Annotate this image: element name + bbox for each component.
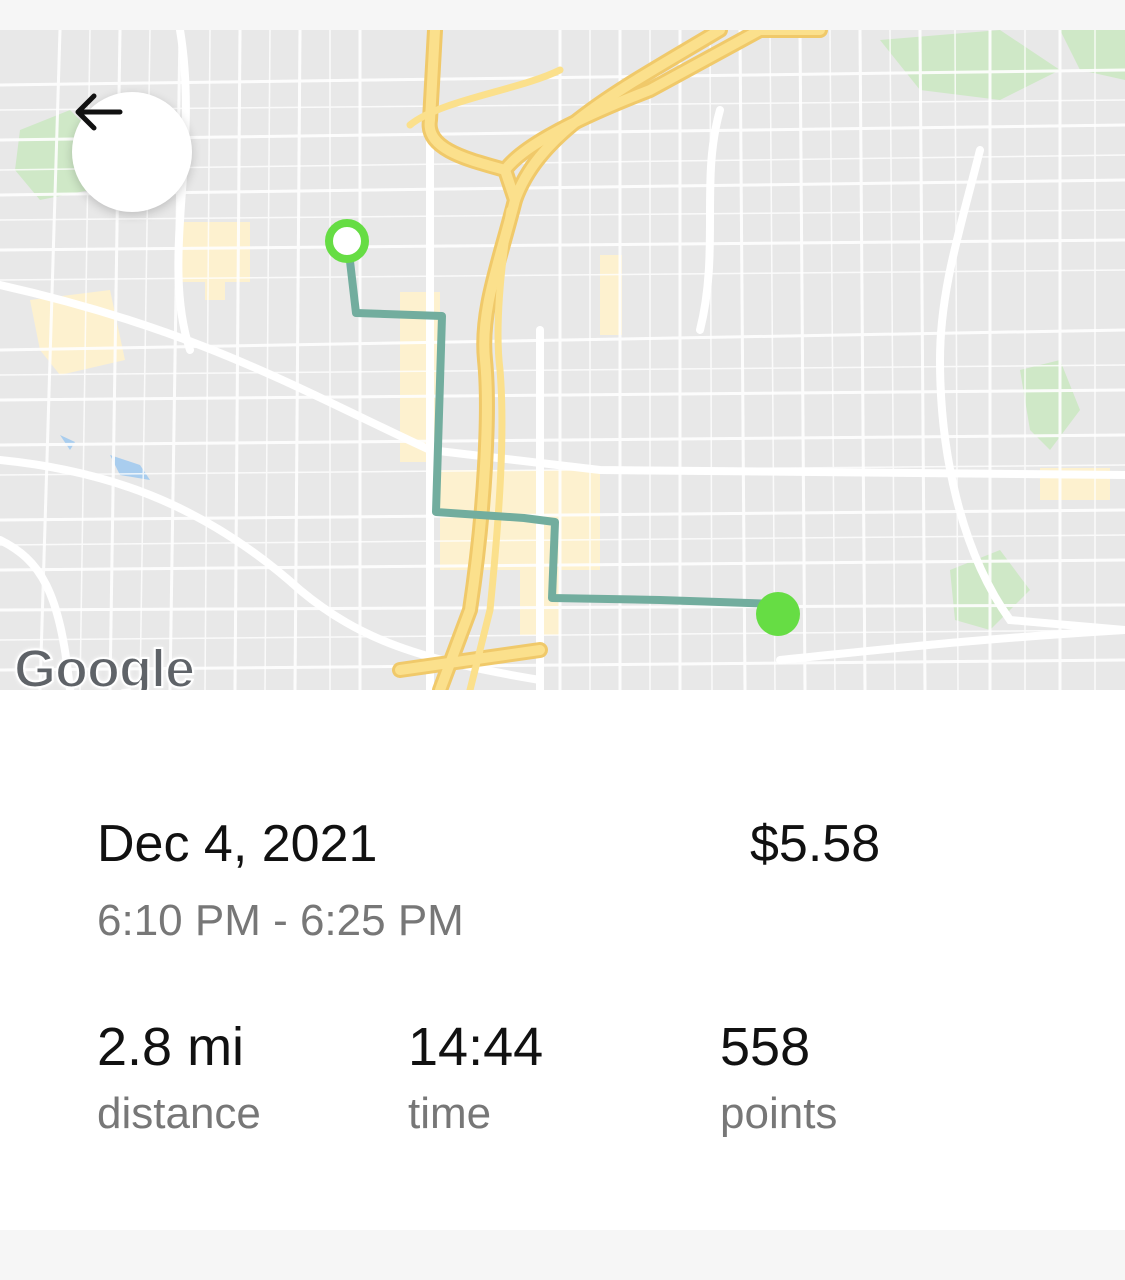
status-bar-area [0, 0, 1125, 30]
google-logo: Google [13, 638, 196, 690]
trip-time-range: 6:10 PM - 6:25 PM [97, 896, 464, 945]
stat-points: 558 points [720, 1016, 837, 1144]
distance-value: 2.8 mi [97, 1017, 245, 1077]
arrow-left-icon [75, 93, 123, 131]
trip-date: Dec 4, 2021 [97, 815, 378, 873]
points-label: points [720, 1089, 838, 1138]
time-value: 14:44 [408, 1017, 544, 1077]
back-button[interactable] [72, 92, 192, 212]
start-marker-icon [325, 219, 369, 263]
bottom-area [0, 1230, 1125, 1280]
stat-distance: 2.8 mi distance [97, 1016, 261, 1144]
time-label: time [408, 1089, 492, 1138]
points-value: 558 [720, 1017, 811, 1077]
distance-label: distance [97, 1089, 261, 1138]
stat-time: 14:44 time [408, 1016, 543, 1144]
trip-cost: $5.58 [750, 815, 881, 873]
end-marker-icon [756, 592, 800, 636]
trip-details-panel: Dec 4, 2021 $5.58 6:10 PM - 6:25 PM 2.8 … [0, 690, 1125, 1230]
trip-route-map[interactable]: Google [0, 30, 1125, 690]
